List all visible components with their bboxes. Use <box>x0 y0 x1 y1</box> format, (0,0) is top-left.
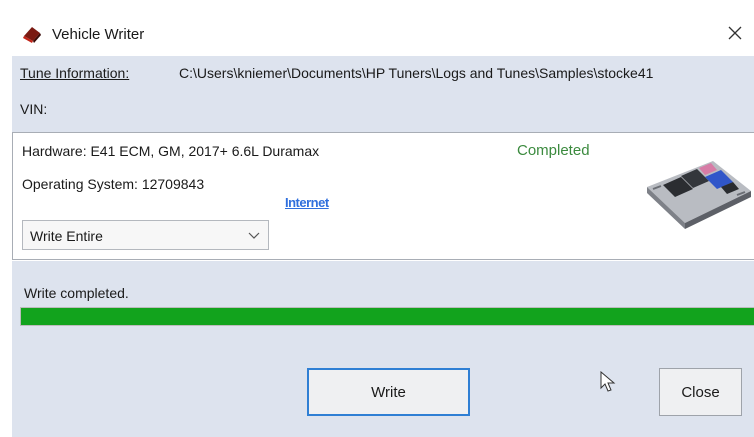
progress-bar <box>20 307 754 326</box>
write-mode-select[interactable]: Write Entire <box>22 220 269 250</box>
ecm-module-icon <box>647 161 751 229</box>
tune-file-path: C:\Users\kniemer\Documents\HP Tuners\Log… <box>179 65 654 81</box>
progress-panel: Write completed. Write Close <box>12 261 754 437</box>
window-title: Vehicle Writer <box>52 26 145 43</box>
vin-label: VIN: <box>20 101 48 117</box>
progress-bar-fill <box>21 308 754 325</box>
status-label: Completed <box>517 142 590 159</box>
progress-message: Write completed. <box>24 285 129 301</box>
tune-info-panel: Tune Information: C:\Users\kniemer\Docum… <box>12 56 754 132</box>
write-button[interactable]: Write <box>307 368 470 416</box>
close-button[interactable]: Close <box>659 368 742 416</box>
chevron-down-icon <box>248 232 260 239</box>
internet-link[interactable]: Internet <box>285 195 329 210</box>
hardware-text: Hardware: E41 ECM, GM, 2017+ 6.6L Durama… <box>22 143 320 159</box>
hardware-panel: Hardware: E41 ECM, GM, 2017+ 6.6L Durama… <box>12 132 754 260</box>
mouse-cursor-icon <box>600 371 616 392</box>
close-icon[interactable] <box>724 22 746 44</box>
tune-information-label[interactable]: Tune Information: <box>20 65 129 81</box>
vehicle-writer-app-icon <box>23 27 41 43</box>
write-mode-value: Write Entire <box>30 228 103 244</box>
title-bar: Vehicle Writer <box>0 0 754 54</box>
operating-system-text: Operating System: 12709843 <box>22 176 205 192</box>
